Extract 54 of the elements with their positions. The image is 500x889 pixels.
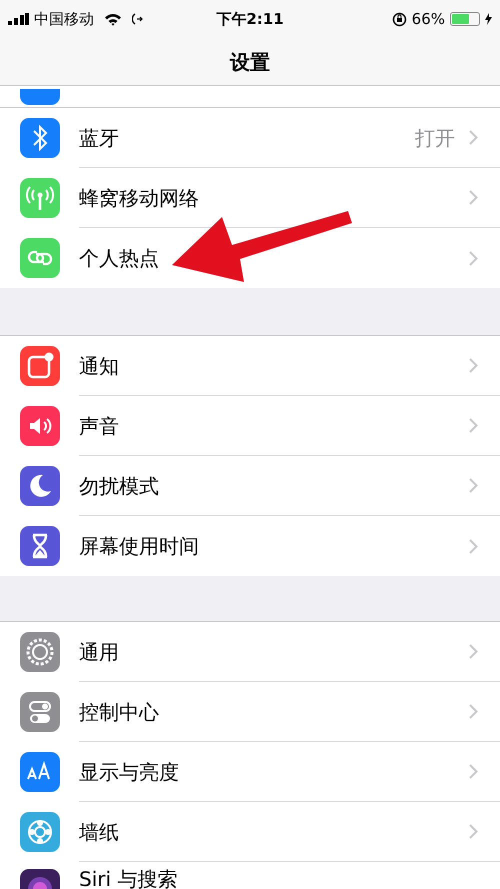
settings-row[interactable]: 声音	[0, 396, 500, 456]
settings-row[interactable]: Siri 与搜索	[0, 862, 500, 889]
row-label: 屏幕使用时间	[79, 533, 200, 560]
notification-icon	[20, 346, 60, 386]
nav-title: 设置	[230, 48, 270, 76]
chevron-icon	[469, 418, 478, 433]
charging-icon	[485, 13, 492, 25]
chevron-icon	[469, 824, 478, 839]
settings-row[interactable]: 勿扰模式	[0, 456, 500, 516]
battery-icon	[450, 12, 480, 26]
chevron-icon	[469, 704, 478, 719]
settings-row[interactable]: 蓝牙 打开	[0, 108, 500, 168]
row-label: 通知	[79, 352, 120, 380]
chevron-icon	[469, 358, 478, 373]
row-label: 个人热点	[79, 245, 160, 272]
row-label: 控制中心	[79, 698, 160, 726]
speaker-icon	[20, 406, 60, 446]
chevron-icon	[469, 538, 478, 554]
chevron-icon	[469, 250, 478, 266]
settings-row[interactable]: 墙纸	[0, 802, 500, 862]
row-label: 声音	[79, 412, 120, 440]
row-label: 蜂窝移动网络	[79, 184, 200, 212]
chevron-icon	[469, 764, 478, 779]
row-label: 蓝牙	[79, 124, 120, 152]
settings-row[interactable]: 屏幕使用时间	[0, 516, 500, 576]
settings-row[interactable]: 显示与亮度	[0, 742, 500, 802]
rotation-lock-icon	[392, 12, 407, 26]
row-label: 显示与亮度	[79, 758, 180, 786]
bluetooth-icon	[20, 118, 60, 158]
gear-icon	[20, 632, 60, 672]
chevron-icon	[469, 644, 478, 659]
toggles-icon	[20, 692, 60, 732]
chevron-icon	[469, 478, 478, 493]
status-time: 下午2:11	[216, 8, 284, 30]
settings-row[interactable]: 控制中心	[0, 682, 500, 742]
battery-percent: 66%	[412, 8, 445, 30]
settings-row[interactable]: 通用	[0, 622, 500, 682]
row-value: 打开	[415, 124, 455, 152]
moon-icon	[20, 466, 60, 506]
row-label: 墙纸	[79, 818, 120, 846]
signal-icon	[8, 13, 30, 25]
hourglass-icon	[20, 526, 60, 566]
carrier-name: 中国移动	[34, 8, 94, 30]
row-label: 勿扰模式	[79, 472, 160, 500]
call-forward-icon	[132, 13, 144, 25]
settings-row[interactable]: 通知	[0, 336, 500, 396]
chevron-icon	[469, 190, 478, 205]
antenna-icon	[20, 178, 60, 218]
row-label: 通用	[79, 638, 120, 666]
row-label: Siri 与搜索	[79, 869, 178, 889]
letters-icon	[20, 752, 60, 792]
chevron-icon	[469, 130, 478, 145]
chain-link-icon	[20, 238, 60, 278]
flower-icon	[20, 812, 60, 852]
